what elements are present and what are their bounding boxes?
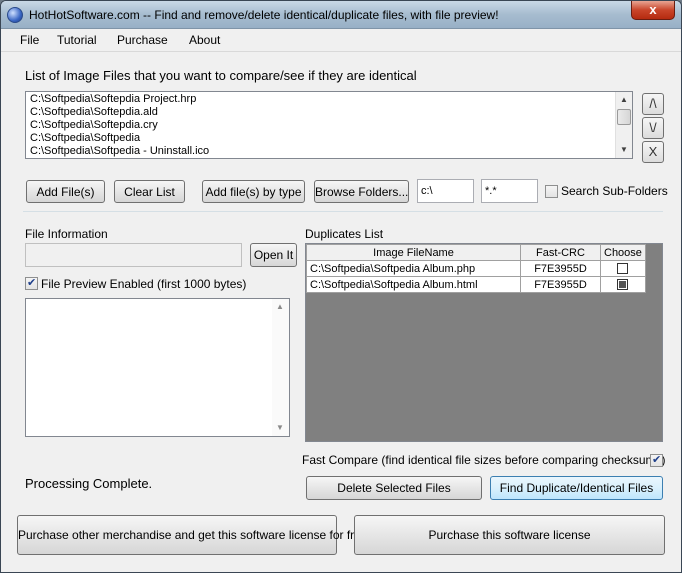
file-preview-content [26, 299, 289, 303]
menu-tutorial-label: Tutorial [57, 33, 97, 47]
file-information-label: File Information [25, 227, 108, 241]
menu-file[interactable]: File [20, 33, 39, 47]
menu-tutorial[interactable]: Tutorial [57, 33, 97, 47]
choose-checkbox[interactable] [617, 279, 629, 291]
menu-purchase-label: Purchase [117, 33, 168, 47]
scroll-thumb[interactable] [617, 109, 631, 125]
table-row[interactable]: C:\Softpedia\Softpedia Album.php F7E3955… [306, 260, 646, 277]
window-title: HotHotSoftware.com -- Find and remove/de… [29, 8, 499, 22]
menu-bar: File Tutorial Purchase About [1, 30, 681, 52]
fast-compare-label: Fast Compare (find identical file sizes … [302, 453, 666, 467]
divider [23, 211, 663, 212]
menu-purchase[interactable]: Purchase [117, 33, 168, 47]
files-list-label: List of Image Files that you want to com… [25, 68, 417, 83]
file-preview-checkbox[interactable] [25, 276, 38, 290]
file-pattern-input[interactable]: *.* [481, 179, 538, 203]
crc-cell[interactable]: F7E3955D [520, 260, 601, 277]
column-header-filename[interactable]: Image FileName [306, 244, 521, 261]
title-bar[interactable]: HotHotSoftware.com -- Find and remove/de… [1, 1, 681, 29]
choose-checkbox[interactable] [617, 263, 629, 275]
client-area: List of Image Files that you want to com… [1, 53, 681, 572]
app-globe-icon[interactable] [7, 7, 23, 23]
preview-scrollbar[interactable]: ▲ ▼ [272, 299, 289, 436]
choose-cell[interactable] [600, 260, 646, 277]
filename-cell[interactable]: C:\Softpedia\Softpedia Album.php [306, 260, 521, 277]
list-item[interactable]: C:\Softpedia\Softepdia.cry [26, 119, 632, 132]
menu-about-label: About [189, 33, 221, 47]
fast-compare-checkbox[interactable] [650, 453, 663, 467]
clear-list-button[interactable]: Clear List [114, 180, 185, 203]
duplicates-grid[interactable]: Image FileName Fast-CRC Choose C:\Softpe… [305, 243, 663, 442]
file-preview-label: File Preview Enabled (first 1000 bytes) [41, 277, 247, 291]
list-item[interactable]: C:\Softpedia\Softpedia - Uninstall.ico [26, 145, 632, 158]
column-header-choose[interactable]: Choose [600, 244, 646, 261]
files-scrollbar[interactable]: ▲ ▼ [615, 92, 632, 158]
scroll-down-arrow-icon[interactable]: ▼ [616, 142, 632, 158]
search-subfolders-label: Search Sub-Folders [561, 184, 668, 198]
find-duplicate-files-button[interactable]: Find Duplicate/Identical Files [490, 476, 663, 500]
delete-selected-files-button[interactable]: Delete Selected Files [306, 476, 482, 500]
menu-file-label: File [20, 33, 40, 47]
scroll-up-arrow-icon[interactable]: ▲ [272, 299, 288, 315]
browse-folders-button[interactable]: Browse Folders... [314, 180, 409, 203]
status-text: Processing Complete. [25, 476, 153, 491]
app-window: HotHotSoftware.com -- Find and remove/de… [0, 0, 682, 573]
purchase-merchandise-button[interactable]: Purchase other merchandise and get this … [17, 515, 368, 555]
add-files-button[interactable]: Add File(s) [26, 180, 105, 203]
add-files-by-type-button[interactable]: Add file(s) by type [202, 180, 305, 203]
menu-about[interactable]: About [189, 33, 220, 47]
file-information-field[interactable] [25, 243, 242, 267]
filename-cell[interactable]: C:\Softpedia\Softpedia Album.html [306, 276, 521, 293]
image-files-listbox[interactable]: C:\Softpedia\Softepdia Project.hrp C:\So… [25, 91, 633, 159]
scroll-down-arrow-icon[interactable]: ▼ [272, 420, 288, 436]
move-up-button[interactable]: /\ [642, 93, 664, 115]
file-preview-textarea[interactable]: ▲ ▼ [25, 298, 290, 437]
remove-file-button[interactable]: X [642, 141, 664, 163]
folder-path-input[interactable]: c:\ [417, 179, 474, 203]
move-down-button[interactable]: \/ [642, 117, 664, 139]
column-header-crc[interactable]: Fast-CRC [520, 244, 601, 261]
list-item[interactable]: C:\Softpedia\Softepdia Project.hrp [26, 93, 632, 106]
close-button[interactable]: x [631, 1, 675, 20]
purchase-license-button[interactable]: Purchase this software license [354, 515, 665, 555]
list-item[interactable]: C:\Softpedia\Softpedia [26, 132, 632, 145]
crc-cell[interactable]: F7E3955D [520, 276, 601, 293]
scroll-up-arrow-icon[interactable]: ▲ [616, 92, 632, 108]
table-row[interactable]: C:\Softpedia\Softpedia Album.html F7E395… [306, 276, 646, 293]
choose-cell[interactable] [600, 276, 646, 293]
search-subfolders-checkbox[interactable] [545, 185, 558, 198]
list-item[interactable]: C:\Softpedia\Softepdia.ald [26, 106, 632, 119]
duplicates-list-label: Duplicates List [305, 227, 384, 241]
open-it-button[interactable]: Open It [250, 243, 297, 267]
